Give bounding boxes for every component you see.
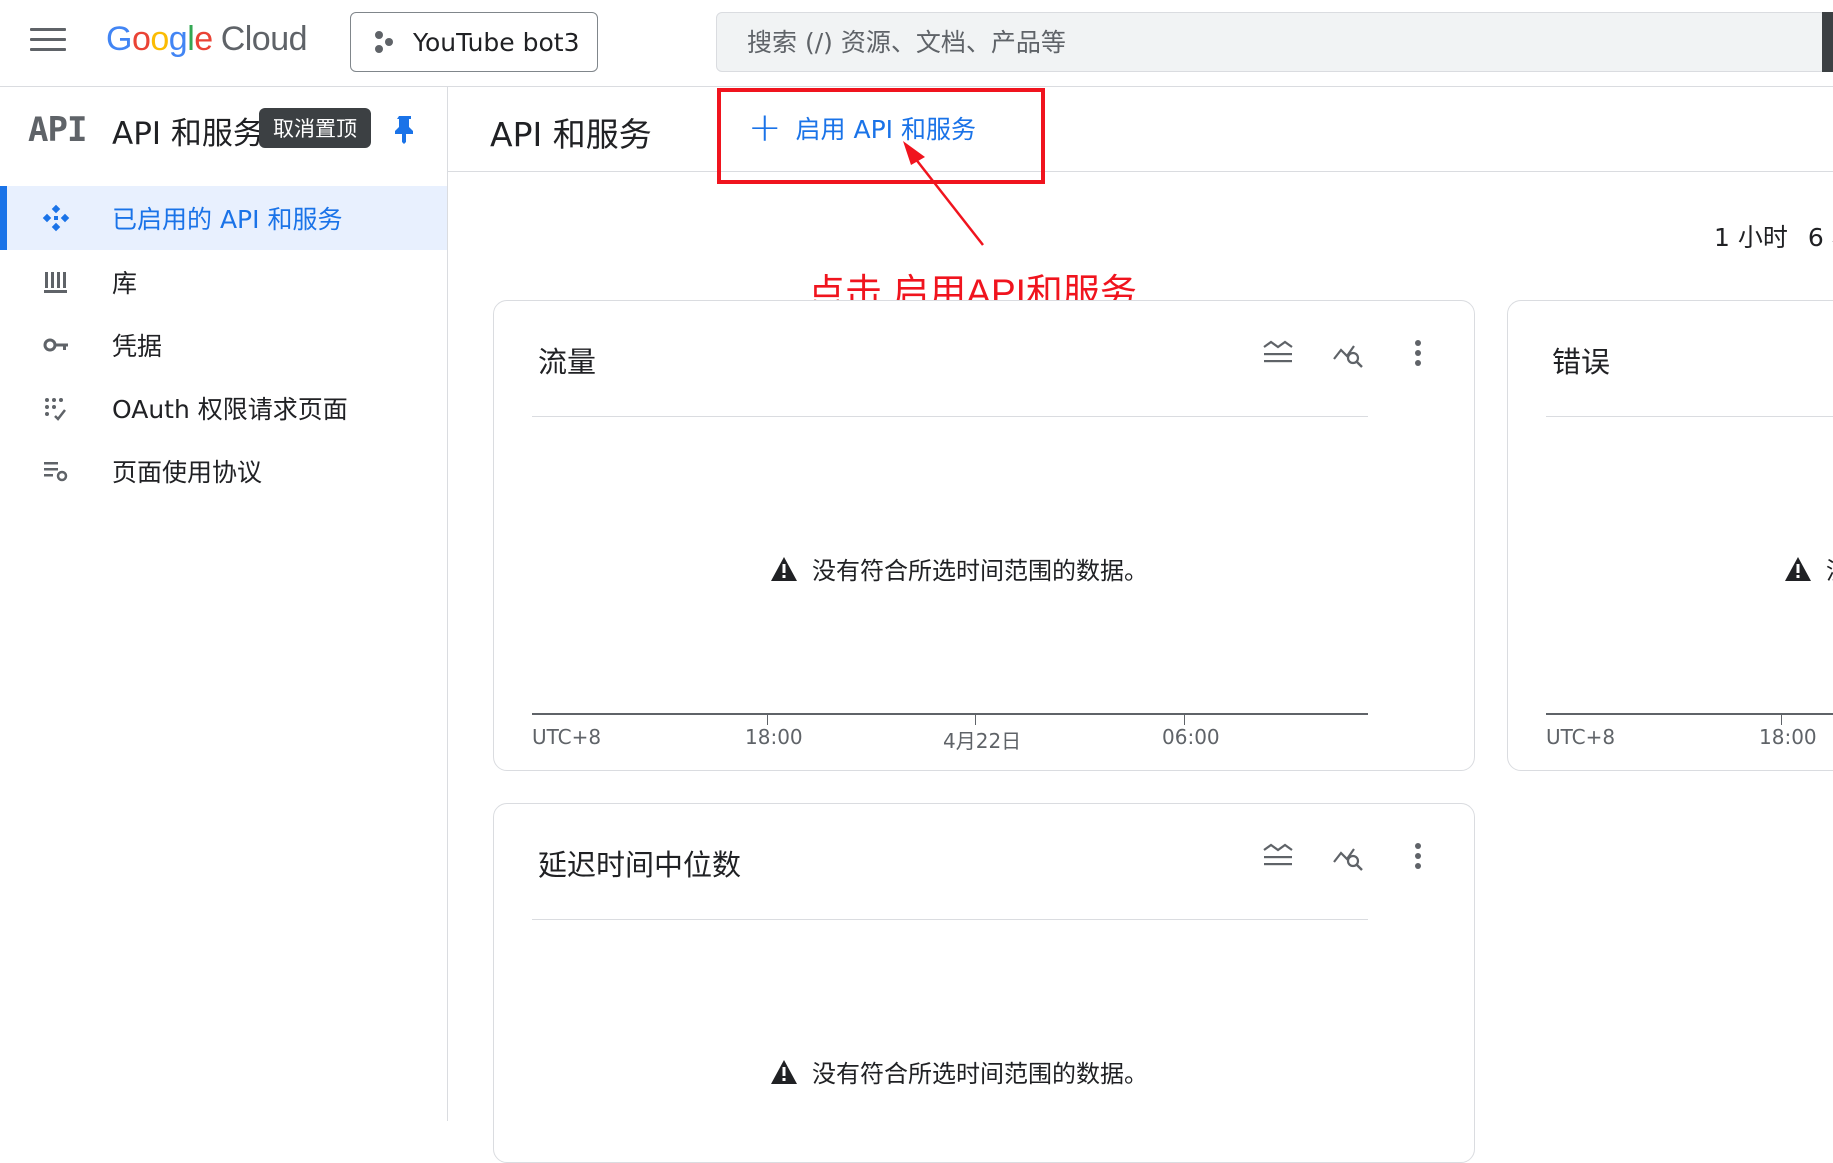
sidebar-item-label: OAuth 权限请求页面 [112, 395, 348, 424]
x-axis [1546, 713, 1833, 715]
api-diamond-icon [42, 204, 70, 232]
sidebar-item-enabled-apis[interactable]: 已启用的 API 和服务 [0, 186, 447, 250]
key-icon [43, 338, 68, 352]
sidebar-title: API 和服务 [112, 116, 264, 152]
page-title: API 和服务 [490, 115, 652, 154]
time-range-selector: 1 小时 6 小 [1714, 218, 1833, 254]
sidebar-item-label: 凭据 [112, 332, 163, 361]
sidebar-item-label: 已启用的 API 和服务 [112, 205, 343, 234]
sidebar-item-label: 页面使用协议 [112, 458, 263, 487]
no-data-text: 没 [1826, 551, 1833, 586]
search-button-edge[interactable] [1822, 12, 1833, 72]
x-axis-label: 4月22日 [943, 729, 1022, 753]
card-divider [532, 919, 1368, 920]
no-data-message: 没有符合所选时间范围的数据。 [770, 551, 1148, 586]
x-axis-label: UTC+8 [532, 725, 602, 749]
library-icon [44, 272, 67, 293]
search-input[interactable] [717, 13, 1825, 71]
annotation-arrow-icon [903, 141, 984, 246]
x-axis-label: UTC+8 [1546, 725, 1616, 749]
legend-icon[interactable] [1262, 337, 1294, 369]
pin-icon[interactable] [394, 114, 416, 144]
x-axis-label: 18:00 [1759, 725, 1817, 749]
x-axis-label: 18:00 [745, 725, 803, 749]
x-axis-tick [1781, 715, 1782, 725]
project-name: YouTube bot3 [413, 27, 580, 57]
more-vert-icon[interactable] [1402, 840, 1434, 872]
unpin-tooltip: 取消置顶 [259, 108, 371, 148]
no-data-message: 没 [1784, 551, 1833, 586]
traffic-card: 流量 没有符合所选时间范围的数据。 UTC+8 18:00 4月22日 06:0… [493, 300, 1475, 771]
warning-icon [771, 1059, 797, 1084]
x-axis-tick [975, 715, 976, 725]
x-axis [532, 713, 1368, 715]
sidebar-item-oauth[interactable]: OAuth 权限请求页面 [0, 376, 447, 440]
more-vert-icon[interactable] [1402, 337, 1434, 369]
google-cloud-logo[interactable]: Google Cloud [106, 20, 308, 59]
card-divider [1546, 416, 1833, 417]
x-axis-tick [767, 715, 768, 725]
legend-icon[interactable] [1262, 840, 1294, 872]
no-data-message: 没有符合所选时间范围的数据。 [770, 1054, 1148, 1089]
card-title: 错误 [1552, 345, 1611, 379]
hamburger-menu-icon[interactable] [30, 28, 66, 56]
x-axis-tick [1184, 715, 1185, 725]
sidebar-item-credentials[interactable]: 凭据 [0, 313, 447, 377]
api-badge-icon: API [28, 110, 87, 150]
sidebar-item-library[interactable]: 库 [0, 250, 447, 314]
settings-list-icon [44, 462, 68, 482]
header-divider [448, 171, 1833, 172]
errors-card: 错误 没 UTC+8 18:00 [1507, 300, 1833, 771]
time-range-1h[interactable]: 1 小时 [1714, 223, 1788, 252]
no-data-text: 没有符合所选时间范围的数据。 [812, 557, 1148, 585]
card-title: 流量 [538, 345, 597, 379]
time-range-6h[interactable]: 6 小 [1808, 223, 1833, 252]
card-title: 延迟时间中位数 [538, 848, 742, 882]
project-selector-button[interactable]: YouTube bot3 [350, 12, 598, 72]
warning-icon [1785, 556, 1811, 581]
explore-chart-icon[interactable] [1332, 840, 1364, 872]
x-axis-label: 06:00 [1162, 725, 1220, 749]
no-data-text: 没有符合所选时间范围的数据。 [812, 1060, 1148, 1088]
search-bar[interactable] [716, 12, 1826, 72]
latency-card: 延迟时间中位数 没有符合所选时间范围的数据。 [493, 803, 1475, 1163]
explore-chart-icon[interactable] [1332, 337, 1364, 369]
annotation-highlight-box [717, 88, 1045, 184]
sidebar-item-label: 库 [112, 269, 138, 298]
warning-icon [771, 556, 797, 581]
card-divider [532, 416, 1368, 417]
project-icon [373, 29, 399, 55]
oauth-dots-icon [45, 398, 66, 421]
sidebar-item-page-usage[interactable]: 页面使用协议 [0, 439, 447, 503]
